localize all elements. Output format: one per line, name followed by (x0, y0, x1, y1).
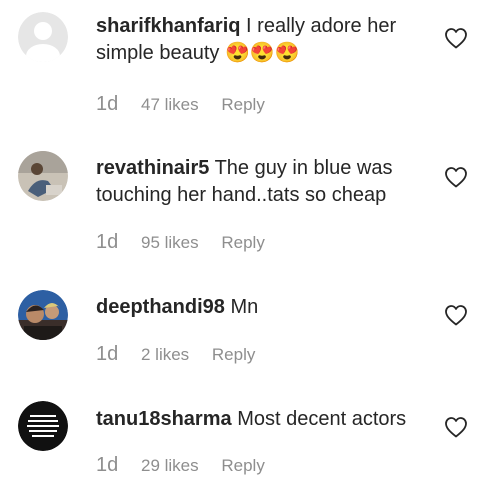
heart-icon[interactable] (444, 304, 468, 326)
comment-meta: 1d 2 likes Reply (96, 343, 255, 366)
avatar[interactable] (18, 290, 68, 340)
heart-icon[interactable] (444, 166, 468, 188)
comment-text: sharifkhanfariq I really adore her simpl… (96, 13, 426, 67)
avatar[interactable] (18, 151, 68, 201)
comment-body: Mn (230, 296, 259, 318)
reply-button[interactable]: Reply (212, 345, 255, 364)
comment-time: 1d (96, 454, 119, 476)
comment-likes[interactable]: 47 likes (141, 95, 199, 114)
heart-icon[interactable] (444, 416, 468, 438)
comment-username[interactable]: tanu18sharma (96, 408, 232, 430)
comment-text: revathinair5 The guy in blue was touchin… (96, 155, 426, 209)
heart-icon[interactable] (444, 27, 468, 49)
avatar[interactable] (18, 12, 68, 62)
comment-meta: 1d 47 likes Reply (96, 93, 265, 116)
reply-button[interactable]: Reply (221, 456, 264, 475)
reply-button[interactable]: Reply (221, 233, 264, 252)
comment-username[interactable]: deepthandi98 (96, 296, 225, 318)
comment-likes[interactable]: 95 likes (141, 233, 199, 252)
comment-time: 1d (96, 343, 119, 365)
comment-likes[interactable]: 2 likes (141, 345, 189, 364)
comment-meta: 1d 95 likes Reply (96, 231, 265, 254)
comment-likes[interactable]: 29 likes (141, 456, 199, 475)
comment-username[interactable]: revathinair5 (96, 157, 209, 179)
reply-button[interactable]: Reply (221, 95, 264, 114)
comment-body: Most decent actors (237, 408, 407, 430)
comment-time: 1d (96, 231, 119, 253)
comment-text: tanu18sharma Most decent actors (96, 406, 426, 433)
comment-meta: 1d 29 likes Reply (96, 454, 265, 477)
comment-text: deepthandi98 Mn (96, 294, 426, 321)
comment-time: 1d (96, 93, 119, 115)
comment-username[interactable]: sharifkhanfariq (96, 15, 240, 37)
avatar[interactable] (18, 401, 68, 451)
